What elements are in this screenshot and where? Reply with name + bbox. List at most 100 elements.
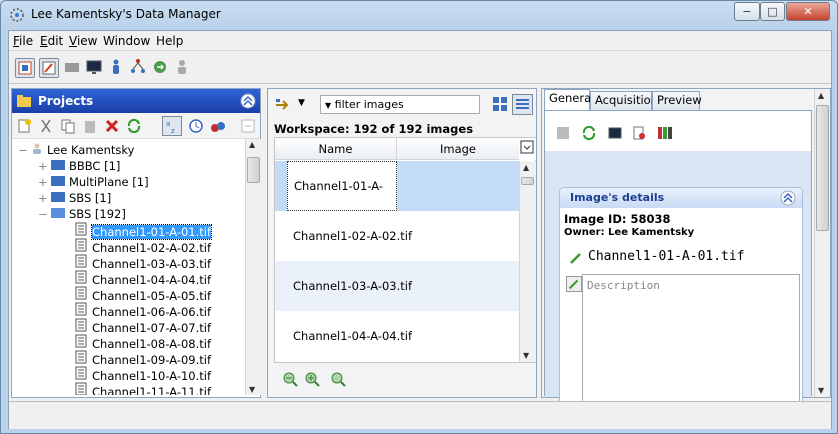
table-row[interactable]: Channel1-01-A-01.tif (275, 161, 519, 241)
tree-file-item[interactable]: Channel1-06-A-06.tif (74, 302, 211, 319)
chevron-down-icon[interactable]: ▼ (298, 98, 305, 108)
table-row[interactable]: Channel1-02-A-02.tif (275, 211, 519, 261)
tags-icon[interactable] (210, 118, 226, 134)
save-icon[interactable] (555, 125, 571, 141)
export-icon[interactable] (631, 125, 647, 141)
refresh-icon[interactable] (581, 125, 597, 141)
tree-file-item[interactable]: Channel1-04-A-04.tif (74, 270, 211, 287)
filter-dropdown-icon[interactable]: ▼ (325, 101, 331, 110)
collapse-icon[interactable] (240, 118, 256, 134)
column-header-image[interactable]: Image (397, 138, 519, 160)
filter-label: filter images (334, 98, 404, 111)
tab-general[interactable]: General (544, 89, 594, 110)
image-file-icon (75, 350, 87, 364)
scroll-down-icon[interactable]: ▼ (818, 386, 824, 395)
image-viewer-icon[interactable] (63, 58, 83, 78)
tree-file-item[interactable]: Channel1-05-A-05.tif (74, 286, 211, 303)
scroll-up-icon[interactable]: ▲ (249, 140, 255, 149)
row-name-cell: Channel1-04-A-04.tif (293, 329, 413, 343)
menu-help[interactable]: Help (156, 34, 183, 48)
hierarchy-icon[interactable] (129, 58, 149, 78)
projects-toolbar: az (12, 113, 260, 139)
tree-file-item[interactable]: Channel1-08-A-08.tif (74, 334, 212, 351)
sort-icon[interactable]: az (162, 116, 182, 136)
menu-file[interactable]: File (13, 34, 33, 48)
tree-item-sbs-192[interactable]: − SBS [192] (38, 206, 126, 222)
tree-file-item[interactable]: Channel1-03-A-03.tif (74, 254, 212, 271)
tree-file-item[interactable]: Channel1-10-A-10.tif (74, 366, 211, 383)
monitor-icon[interactable] (85, 58, 105, 78)
tree-file-item[interactable]: Channel1-01-A-01.tif (74, 222, 213, 240)
zoom-in-icon[interactable] (304, 371, 320, 387)
list-view-icon[interactable] (512, 94, 533, 115)
paste-icon[interactable] (82, 118, 98, 134)
zoom-out-icon[interactable] (282, 371, 298, 387)
scroll-up-icon[interactable]: ▲ (523, 163, 529, 172)
collapse-panel-icon[interactable] (240, 93, 256, 109)
app-window: Lee Kamentsky's Data Manager − □ ✕ File … (0, 0, 838, 434)
tree-file-label: Channel1-03-A-03.tif (92, 257, 212, 271)
row-name-cell: Channel1-03-A-03.tif (293, 279, 413, 293)
image-viewer-icon[interactable] (607, 125, 623, 141)
minimize-button[interactable]: − (734, 2, 760, 21)
table-scrollbar[interactable]: ▲ ▼ (519, 161, 536, 362)
tree-item-multiplane[interactable]: + MultiPlane [1] (38, 174, 149, 190)
tree-file-item[interactable]: Channel1-09-A-09.tif (74, 350, 211, 367)
tree-file-item[interactable]: Channel1-02-A-02.tif (74, 238, 211, 255)
folder-icon (51, 192, 66, 202)
tab-acquisition[interactable]: Acquisition (590, 91, 658, 110)
user-icon[interactable] (173, 58, 193, 78)
menu-edit[interactable]: Edit (40, 34, 63, 48)
scroll-down-icon[interactable]: ▼ (249, 385, 255, 394)
tree-item-bbbc[interactable]: + BBBC [1] (38, 158, 120, 174)
user-group-icon[interactable] (107, 58, 127, 78)
table-row[interactable]: Channel1-03-A-03.tif (275, 261, 519, 311)
delete-icon[interactable] (104, 118, 120, 134)
scroll-thumb[interactable] (247, 157, 260, 183)
collapse-section-icon[interactable] (780, 190, 796, 206)
edit-description-icon[interactable] (566, 276, 582, 292)
channels-icon[interactable] (657, 125, 673, 141)
menu-window[interactable]: Window (103, 34, 150, 48)
description-field[interactable]: Description (582, 274, 800, 412)
scroll-up-icon[interactable]: ▲ (818, 91, 824, 100)
filter-images-field[interactable]: ▼ filter images (320, 95, 480, 114)
zoom-fit-icon[interactable] (330, 371, 346, 387)
copy-icon[interactable] (60, 118, 76, 134)
tree-item-sbs-1[interactable]: + SBS [1] (38, 190, 111, 206)
tree-file-item[interactable]: Channel1-11-A-11.tif (74, 382, 211, 395)
project-tree: − Lee Kamentsky + BBBC [1] + MultiPlane … (12, 139, 244, 395)
edit-name-icon[interactable] (568, 250, 584, 266)
image-file-icon (75, 222, 87, 236)
menu-view[interactable]: View (69, 34, 97, 48)
tree-file-label: Channel1-01-A-01.tif (90, 224, 213, 240)
data-manager-icon[interactable] (15, 58, 35, 78)
new-icon[interactable] (16, 118, 32, 134)
history-icon[interactable] (188, 118, 204, 134)
column-config-icon[interactable] (519, 138, 536, 160)
workspace-summary: Workspace: 192 of 192 images (274, 122, 474, 136)
details-scrollbar[interactable]: ▲ ▼ (814, 89, 830, 397)
row-name-cell: Channel1-02-A-02.tif (293, 229, 413, 243)
refresh-icon[interactable] (126, 118, 142, 134)
image-details-box: Image's details Image ID: 58038 Owner: L… (559, 187, 803, 417)
import-icon[interactable] (151, 58, 171, 78)
table-row[interactable]: Channel1-04-A-04.tif (275, 311, 519, 361)
tree-file-item[interactable]: Channel1-07-A-07.tif (74, 318, 211, 335)
scroll-thumb[interactable] (816, 105, 829, 231)
tree-root[interactable]: − Lee Kamentsky (18, 142, 134, 158)
cut-icon[interactable] (38, 118, 54, 134)
tab-preview[interactable]: Preview (652, 91, 702, 110)
tree-file-label: Channel1-08-A-08.tif (92, 337, 212, 351)
scroll-down-icon[interactable]: ▼ (523, 351, 529, 360)
window-title: Lee Kamentsky's Data Manager (31, 7, 221, 21)
column-header-name[interactable]: Name (275, 138, 397, 160)
thumbnail-view-icon[interactable] (492, 96, 508, 112)
tree-root-label: Lee Kamentsky (46, 143, 135, 157)
close-button[interactable]: ✕ (786, 2, 830, 21)
edit-icon[interactable] (39, 58, 59, 78)
scroll-thumb[interactable] (521, 177, 534, 185)
maximize-button[interactable]: □ (760, 2, 785, 21)
tree-scrollbar[interactable]: ▲ ▼ (245, 139, 261, 395)
workspace-action-icon[interactable] (274, 97, 290, 113)
